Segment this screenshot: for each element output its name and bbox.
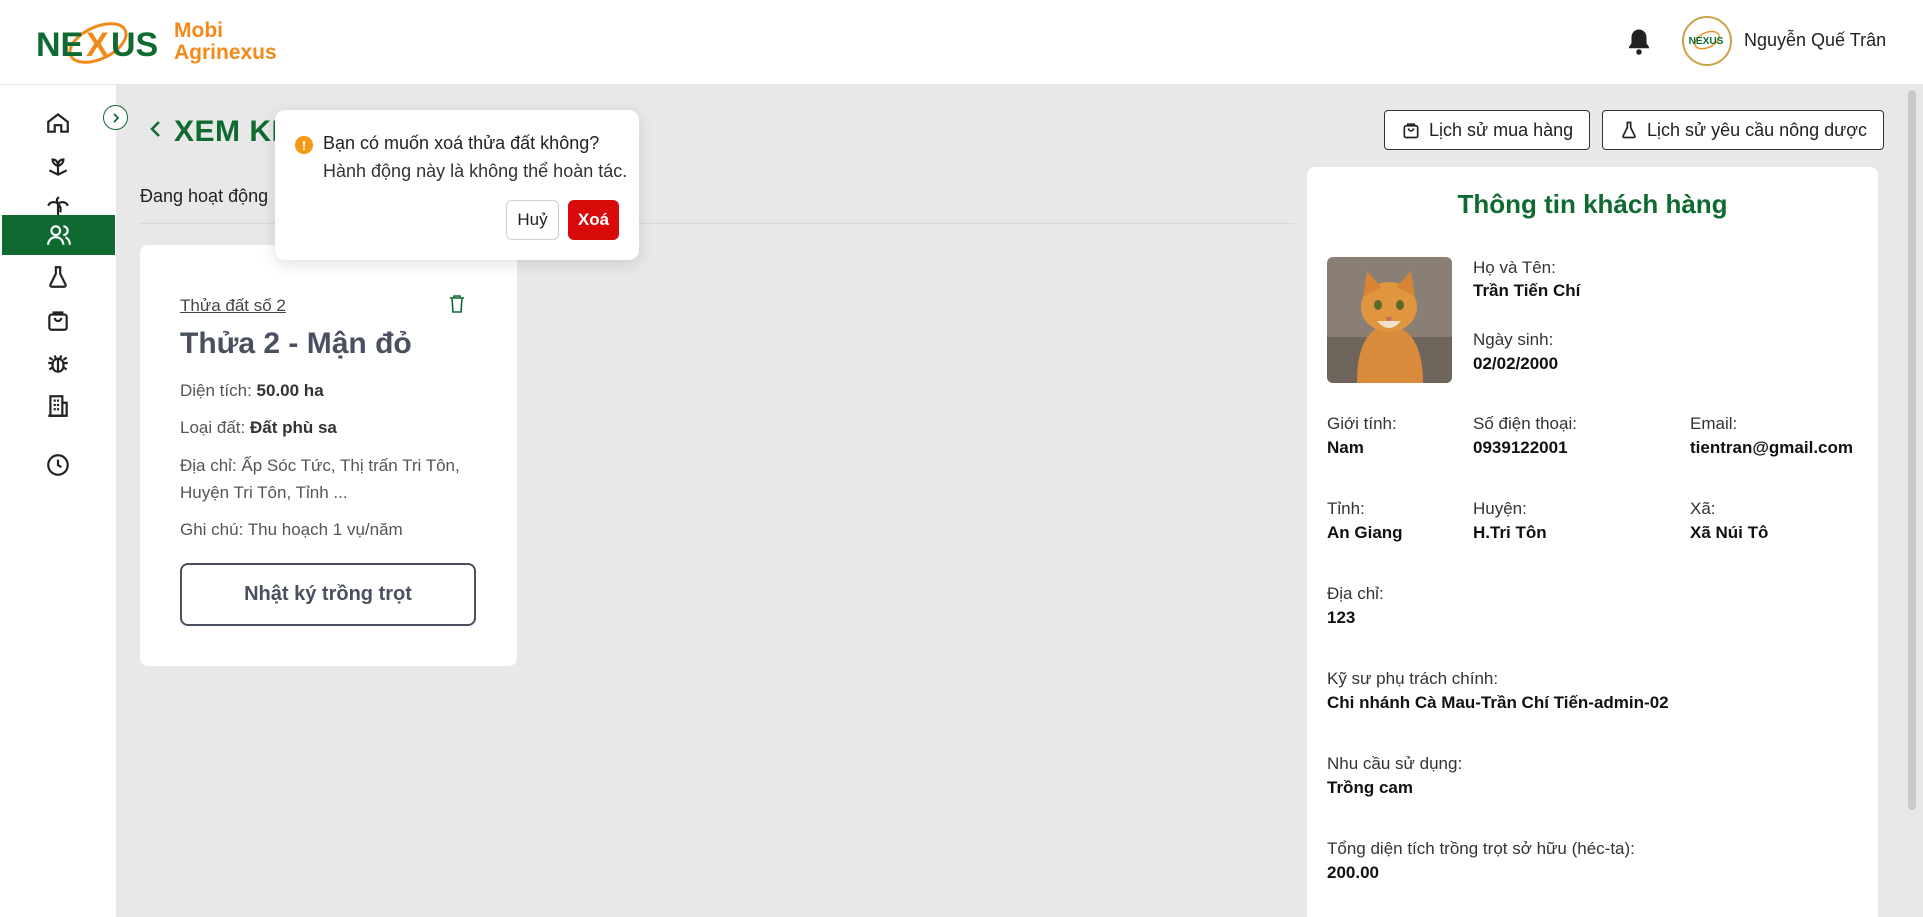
brand-name: Mobi Agrinexus	[174, 20, 277, 64]
brand-line-2: Agrinexus	[174, 41, 277, 64]
plot-note: Ghi chú: Thu hoạch 1 vụ/năm	[180, 520, 403, 539]
popconfirm-title: Bạn có muốn xoá thửa đất không?	[323, 133, 600, 153]
address-label: Địa chỉ:	[1327, 584, 1384, 603]
pesticide-request-history-label: Lịch sử yêu cầu nông dược	[1647, 119, 1868, 140]
crop-diary-button[interactable]: Nhật ký trồng trọt	[180, 563, 476, 626]
purchase-history-label: Lịch sử mua hàng	[1429, 119, 1574, 140]
purchase-history-button[interactable]: Lịch sử mua hàng	[1384, 110, 1591, 150]
sidebar-item-home[interactable]	[0, 103, 116, 143]
total-area-value: 200.00	[1327, 863, 1379, 882]
usage-value: Trồng cam	[1327, 778, 1413, 797]
user-name[interactable]: Nguyễn Quế Trân	[1744, 30, 1886, 51]
flask-icon	[1622, 121, 1636, 139]
warning-icon: !	[295, 136, 313, 154]
engineer-label: Kỹ sư phụ trách chính:	[1327, 669, 1499, 688]
email-label: Email:	[1690, 414, 1738, 433]
svg-text:NEXUS: NEXUS	[1689, 36, 1724, 47]
notification-bell-icon[interactable]	[1624, 26, 1654, 58]
fullname-label: Họ và Tên:	[1473, 258, 1556, 277]
engineer-value: Chi nhánh Cà Mau-Trần Chí Tiến-admin-02	[1327, 693, 1669, 712]
user-avatar[interactable]: NEXUS	[1682, 16, 1732, 66]
page-scrollbar[interactable]	[1908, 90, 1916, 810]
plant-icon	[48, 158, 68, 176]
confirm-delete-button[interactable]: Xoá	[568, 200, 619, 240]
back-arrow-icon[interactable]	[146, 116, 166, 142]
plot-area: Diện tích: 50.00 ha	[180, 381, 324, 401]
district-label: Huyện:	[1473, 499, 1527, 518]
phone-value: 0939122001	[1473, 438, 1568, 457]
tab-active-status[interactable]: Đang hoạt động	[140, 186, 268, 207]
customer-photo	[1327, 257, 1452, 383]
email-value: tientran@gmail.com	[1690, 438, 1853, 457]
sidebar-item-orders[interactable]	[0, 300, 116, 340]
svg-text:X: X	[86, 26, 109, 64]
home-icon	[47, 112, 69, 133]
plot-soil-label: Loại đất:	[180, 418, 246, 437]
sidebar-item-branches[interactable]	[0, 386, 116, 426]
history-icon	[47, 454, 69, 476]
commune-value: Xã Núi Tô	[1690, 523, 1769, 542]
shopping-bag-icon	[48, 311, 68, 331]
sidebar-item-customers[interactable]	[2, 215, 115, 255]
cancel-button[interactable]: Huỷ	[506, 200, 559, 240]
address-value: 123	[1327, 608, 1356, 627]
shopping-bag-icon	[1403, 123, 1419, 139]
district-value: H.Tri Tôn	[1473, 523, 1547, 542]
land-plot-card: Thửa đất số 2 Thửa 2 - Mận đỏ Diện tích:…	[140, 245, 517, 666]
customer-info-title: Thông tin khách hàng	[1457, 189, 1728, 219]
sidebar-item-pesticides[interactable]	[0, 257, 116, 297]
dob-label: Ngày sinh:	[1473, 330, 1554, 349]
phone-label: Số điện thoại:	[1473, 414, 1577, 433]
building-icon	[48, 395, 68, 417]
customer-info-panel: Thông tin khách hàng Họ và Tên: Trần Tiế…	[1307, 167, 1878, 917]
plot-address: Địa chỉ: Ấp Sóc Tức, Thị trấn Tri Tôn, H…	[180, 456, 460, 502]
svg-text:NE: NE	[36, 26, 83, 64]
total-area-label: Tổng diện tích trồng trọt sở hữu (héc-ta…	[1327, 839, 1635, 858]
plot-soil-value: Đất phù sa	[249, 418, 337, 437]
plot-area-value: 50.00 ha	[256, 381, 324, 400]
gender-label: Giới tính:	[1327, 414, 1397, 433]
popconfirm-description: Hành động này là không thể hoàn tác.	[323, 161, 628, 181]
nexus-logo[interactable]: NE X US	[36, 14, 161, 72]
plot-area-label: Diện tích:	[180, 381, 252, 400]
brand-line-1: Mobi	[174, 19, 223, 42]
delete-confirm-popover: ! Bạn có muốn xoá thửa đất không? Hành đ…	[275, 110, 639, 260]
plot-link[interactable]: Thửa đất số 2	[180, 296, 286, 316]
chevron-right-icon	[112, 112, 119, 123]
fullname-value: Trần Tiến Chí	[1473, 281, 1581, 300]
sidebar	[0, 85, 116, 917]
commune-label: Xã:	[1690, 499, 1716, 518]
sidebar-item-crops[interactable]	[0, 146, 116, 186]
svg-text:US: US	[111, 26, 158, 64]
users-icon	[46, 225, 71, 245]
plot-title: Thửa 2 - Mận đỏ	[180, 327, 412, 360]
header: NE X US Mobi Agrinexus NEXUS Nguyễn Quế …	[0, 0, 1923, 85]
gender-value: Nam	[1327, 438, 1364, 457]
province-value: An Giang	[1327, 523, 1403, 542]
usage-label: Nhu cầu sử dụng:	[1327, 754, 1463, 773]
sidebar-item-history[interactable]	[0, 445, 116, 485]
sidebar-toggle-button[interactable]	[103, 105, 128, 130]
province-label: Tỉnh:	[1327, 499, 1365, 518]
bug-icon	[48, 355, 68, 373]
trash-icon[interactable]	[448, 294, 466, 314]
plot-soil: Loại đất: Đất phù sa	[180, 418, 337, 438]
pesticide-request-history-button[interactable]: Lịch sử yêu cầu nông dược	[1602, 110, 1885, 150]
flask-icon	[49, 266, 67, 288]
dob-value: 02/02/2000	[1473, 354, 1559, 373]
sidebar-item-pests[interactable]	[0, 343, 116, 383]
